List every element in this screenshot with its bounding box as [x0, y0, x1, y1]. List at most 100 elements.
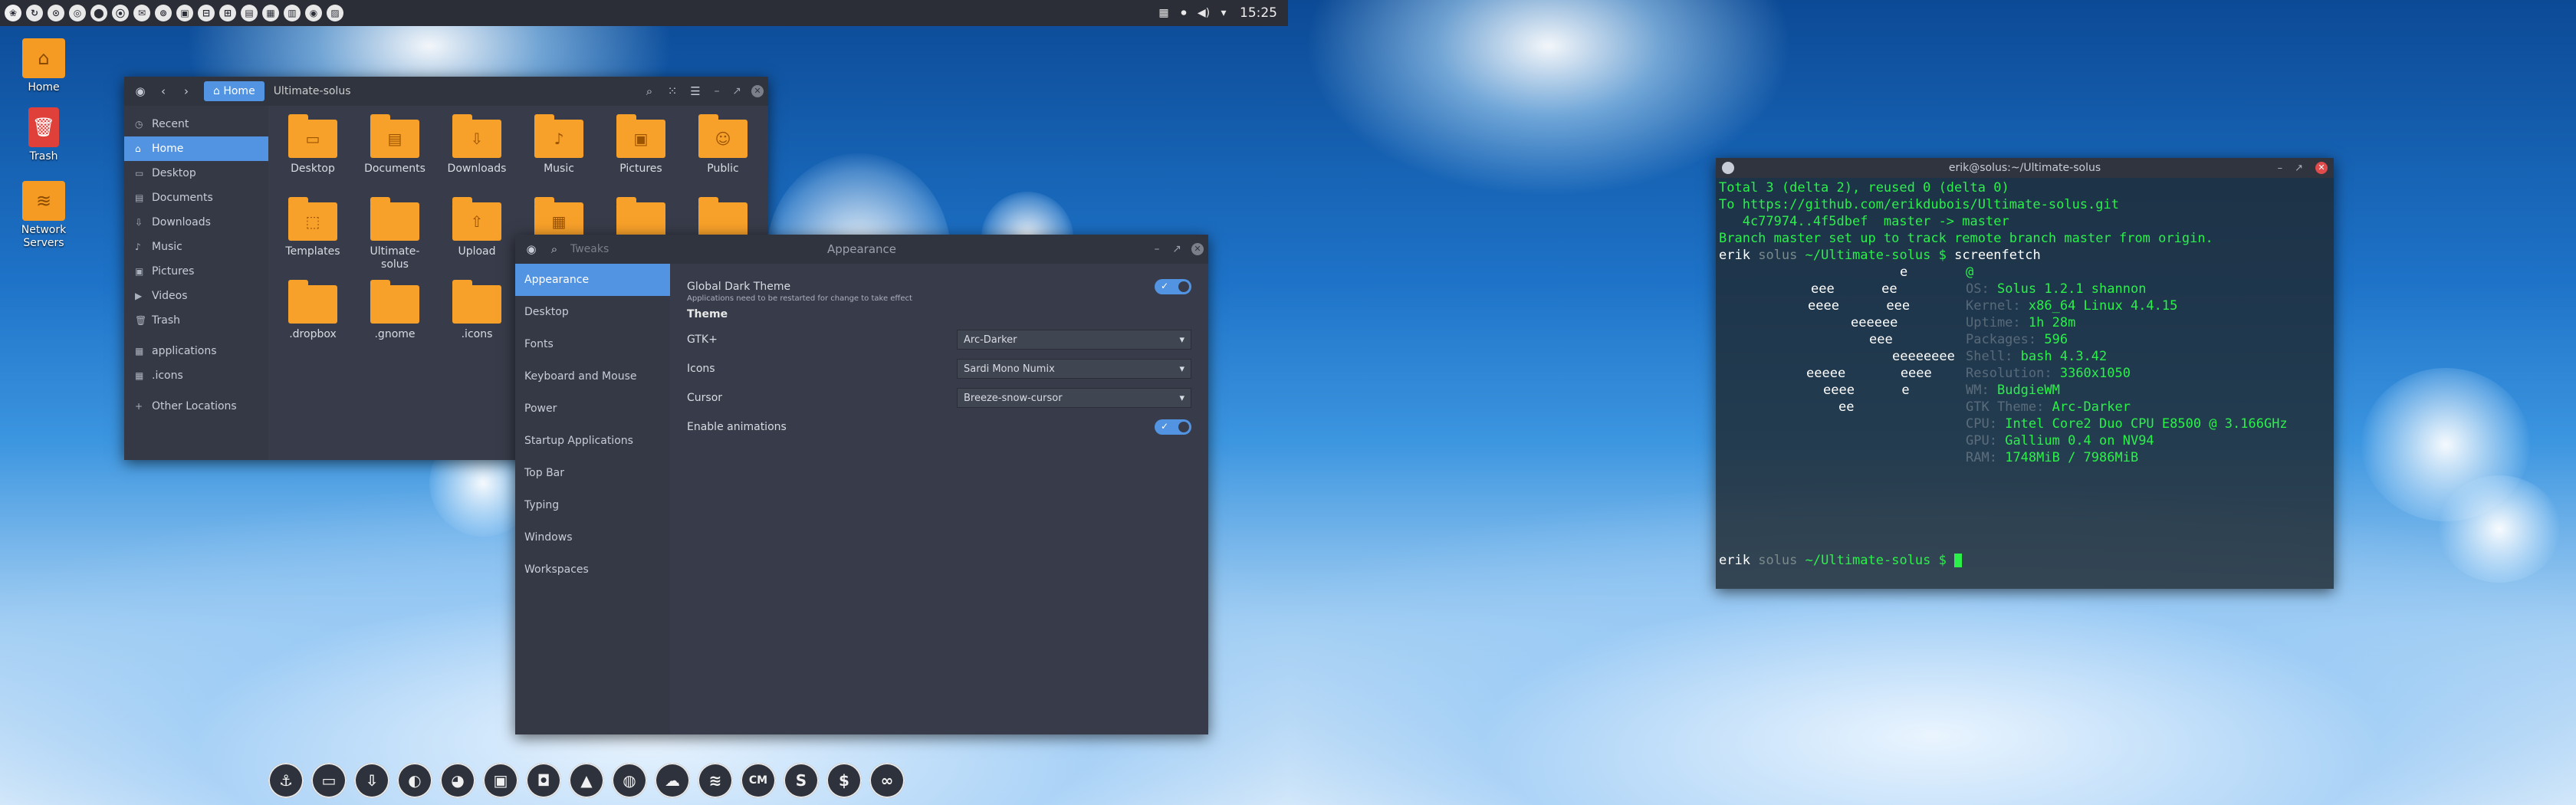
tray-icon[interactable]: ▾ — [1217, 6, 1230, 20]
clock[interactable]: 15:25 — [1240, 5, 1277, 21]
desktop-icon-home[interactable]: ⌂ Home — [9, 38, 78, 94]
dock-launcher-icon[interactable]: ⚓ — [268, 763, 304, 798]
panel-launcher-icon[interactable]: ◉ — [305, 5, 322, 21]
forward-button[interactable]: › — [175, 84, 198, 98]
panel-launcher-icon[interactable]: ⊙ — [48, 5, 64, 21]
tweaks-item-keyboard-and-mouse[interactable]: Keyboard and Mouse — [515, 360, 670, 393]
desktop-icon-network-servers[interactable]: ≋ Network Servers — [9, 181, 78, 250]
animations-toggle[interactable]: ✓ — [1155, 419, 1191, 435]
panel-launcher-icon[interactable]: ✉ — [133, 5, 150, 21]
view-grid-icon[interactable]: ⁙ — [661, 84, 684, 98]
cursor-select[interactable]: Breeze-snow-cursor ▾ — [957, 388, 1191, 408]
folder-item[interactable]: .icons — [439, 280, 515, 341]
sidebar-item--icons[interactable]: ▦ .icons — [124, 363, 268, 388]
panel-launcher-icon[interactable]: ▤ — [241, 5, 258, 21]
folder-item[interactable]: ♪ Music — [521, 114, 597, 176]
tray-icon[interactable]: ◀) — [1197, 6, 1211, 20]
tweaks-item-startup-applications[interactable]: Startup Applications — [515, 425, 670, 457]
sidebar-item-home[interactable]: ⌂ Home — [124, 136, 268, 161]
icons-select[interactable]: Sardi Mono Numix ▾ — [957, 359, 1191, 379]
dock-launcher-icon[interactable]: $ — [826, 763, 862, 798]
minimize-button[interactable]: – — [2278, 163, 2283, 174]
folder-item[interactable]: ☺ Public — [685, 114, 761, 176]
maximize-button[interactable]: ↗ — [2295, 163, 2303, 174]
sidebar-item-trash[interactable]: 🗑 Trash — [124, 308, 268, 333]
sidebar-item-recent[interactable]: ◷ Recent — [124, 112, 268, 136]
back-button[interactable]: ‹ — [152, 84, 175, 98]
tweaks-item-appearance[interactable]: Appearance — [515, 264, 670, 296]
dock-launcher-icon[interactable]: ◐ — [397, 763, 432, 798]
tweaks-item-top-bar[interactable]: Top Bar — [515, 457, 670, 489]
dock-launcher-icon[interactable]: ◘ — [526, 763, 561, 798]
tweaks-item-windows[interactable]: Windows — [515, 521, 670, 554]
search-icon[interactable]: ⌕ — [638, 84, 661, 98]
app-menu-icon[interactable]: ◉ — [129, 84, 152, 98]
folder-item[interactable]: .dropbox — [274, 280, 351, 341]
dock-launcher-icon[interactable]: ▣ — [483, 763, 518, 798]
folder-item[interactable]: ▭ Desktop — [274, 114, 351, 176]
panel-launcher-icon[interactable]: ⊟ — [198, 5, 215, 21]
dock-launcher-icon[interactable]: S — [784, 763, 819, 798]
panel-launcher-icon[interactable]: ▨ — [327, 5, 343, 21]
minimize-button[interactable]: – — [707, 85, 727, 97]
panel-launcher-icon[interactable]: ⦿ — [112, 5, 129, 21]
panel-launcher-icon[interactable]: ⬤ — [90, 5, 107, 21]
folder-item[interactable]: ⇩ Downloads — [439, 114, 515, 176]
tweaks-item-typing[interactable]: Typing — [515, 489, 670, 521]
sidebar-item-pictures[interactable]: ▣ Pictures — [124, 259, 268, 284]
panel-launcher-icon[interactable]: ↻ — [26, 5, 43, 21]
minimize-button[interactable]: – — [1147, 243, 1167, 255]
dock-launcher-icon[interactable]: ◍ — [612, 763, 647, 798]
maximize-button[interactable]: ↗ — [727, 85, 747, 97]
sidebar-item-documents[interactable]: ▤ Documents — [124, 186, 268, 210]
tweaks-search[interactable]: Tweaks — [570, 243, 609, 255]
tray-icon[interactable]: ⏺ — [1177, 6, 1191, 20]
tweaks-item-fonts[interactable]: Fonts — [515, 328, 670, 360]
sidebar-item-videos[interactable]: ▶ Videos — [124, 284, 268, 308]
gtk-select[interactable]: Arc-Darker ▾ — [957, 330, 1191, 350]
solus-menu-icon[interactable]: ❀ — [5, 5, 21, 21]
panel-launcher-icon[interactable]: ▣ — [176, 5, 193, 21]
close-button[interactable]: ✕ — [1191, 243, 1204, 255]
panel-launcher-icon[interactable]: ▦ — [262, 5, 279, 21]
folder-item[interactable]: ⬚ Templates — [274, 197, 351, 258]
folder-item[interactable]: ▤ Documents — [356, 114, 433, 176]
maximize-button[interactable]: ↗ — [1167, 243, 1187, 255]
sidebar-item-applications[interactable]: ▦ applications — [124, 339, 268, 363]
breadcrumb-home[interactable]: ⌂ Home — [204, 81, 264, 101]
dock-launcher-icon[interactable]: ▲ — [569, 763, 604, 798]
panel-launcher-icon[interactable]: ⊞ — [219, 5, 236, 21]
dock-launcher-icon[interactable]: CM — [741, 763, 776, 798]
close-button[interactable]: ✕ — [2315, 162, 2328, 174]
dock-launcher-icon[interactable]: ≋ — [698, 763, 733, 798]
close-button[interactable]: ✕ — [751, 85, 764, 97]
sidebar-item-desktop[interactable]: ▭ Desktop — [124, 161, 268, 186]
dock-launcher-icon[interactable]: ∞ — [869, 763, 905, 798]
breadcrumb-ultimate-solus[interactable]: Ultimate-solus — [264, 81, 360, 101]
dock-launcher-icon[interactable]: ☁ — [655, 763, 690, 798]
panel-launcher-icon[interactable]: ⊚ — [155, 5, 172, 21]
folder-item[interactable]: Ultimate- solus — [356, 197, 433, 271]
sidebar-item-music[interactable]: ♪ Music — [124, 235, 268, 259]
tweaks-item-power[interactable]: Power — [515, 393, 670, 425]
folder-item[interactable]: ▣ Pictures — [603, 114, 679, 176]
tweaks-item-workspaces[interactable]: Workspaces — [515, 554, 670, 586]
global-dark-toggle[interactable]: ✓ — [1155, 279, 1191, 294]
folder-item[interactable]: .gnome — [356, 280, 433, 341]
search-icon[interactable]: ⌕ — [543, 242, 566, 256]
tray-icon[interactable]: ▦ — [1157, 6, 1171, 20]
terminal-window[interactable]: erik@solus:~/Ultimate-solus – ↗ ✕ Total … — [1716, 158, 2334, 589]
sidebar-item-downloads[interactable]: ⇩ Downloads — [124, 210, 268, 235]
panel-launcher-icon[interactable]: ▥ — [284, 5, 301, 21]
tweaks-item-desktop[interactable]: Desktop — [515, 296, 670, 328]
dock-launcher-icon[interactable]: ⇩ — [354, 763, 389, 798]
menu-icon[interactable]: ☰ — [684, 84, 707, 98]
dock-launcher-icon[interactable]: ▭ — [311, 763, 347, 798]
folder-item[interactable]: ⇧ Upload — [439, 197, 515, 258]
dock-launcher-icon[interactable]: ◕ — [440, 763, 475, 798]
app-menu-icon[interactable]: ◉ — [520, 242, 543, 256]
panel-launcher-icon[interactable]: ◎ — [69, 5, 86, 21]
sidebar-item-other-locations[interactable]: + Other Locations — [124, 394, 268, 419]
terminal-output[interactable]: Total 3 (delta 2), reused 0 (delta 0) To … — [1716, 178, 2334, 589]
desktop-icon-trash[interactable]: 🗑 Trash — [9, 107, 78, 163]
